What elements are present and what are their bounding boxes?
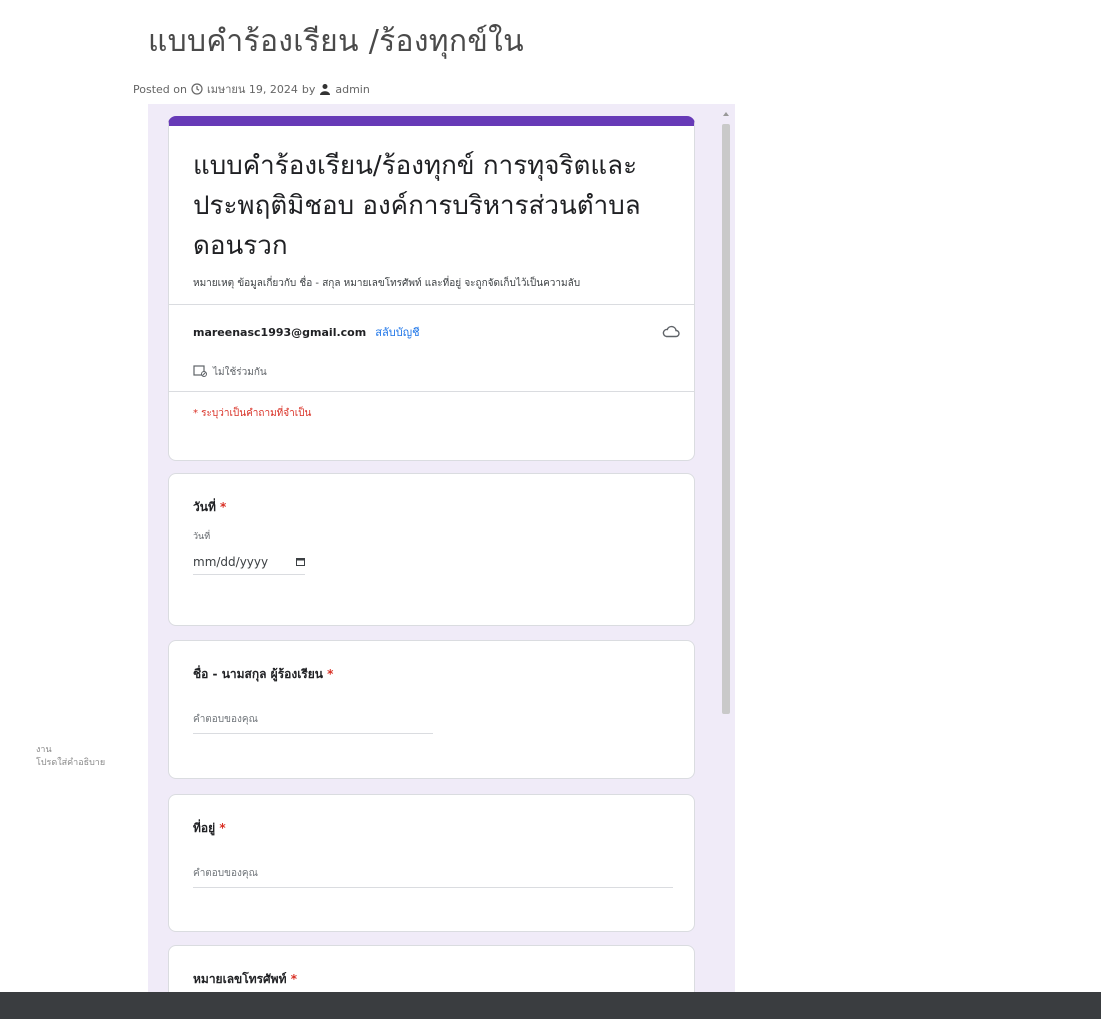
question-card-date: วันที่ * วันที่ mm/dd/yyyy — [168, 473, 695, 626]
form-header-card: แบบคำร้องเรียน/ร้องทุกข์ การทุจริตและประ… — [168, 116, 695, 461]
posted-by-label: by — [301, 82, 316, 96]
scrollbar-thumb[interactable] — [722, 124, 730, 714]
sidebar-text: งาน — [36, 745, 52, 755]
question-label: ชื่อ - นามสกุล ผู้ร้องเรียน * — [193, 667, 334, 681]
posted-on-label: Posted on — [133, 82, 187, 96]
question-sublabel: วันที่ — [193, 532, 211, 542]
sidebar-text: โปรดใส่คำอธิบาย — [36, 758, 106, 768]
post-meta: Posted on เมษายน 19, 2024 by admin — [133, 80, 370, 98]
google-form-embed[interactable]: แบบคำร้องเรียน/ร้องทุกข์ การทุจริตและประ… — [148, 104, 735, 992]
name-answer-input[interactable]: คำตอบของคุณ — [193, 712, 433, 734]
account-email: mareenasc1993@gmail.com — [193, 326, 367, 339]
question-card-phone: หมายเลขโทรศัพท์ * — [168, 945, 695, 992]
clock-icon — [191, 83, 203, 95]
question-card-name: ชื่อ - นามสกุล ผู้ร้องเรียน * คำตอบของคุ… — [168, 640, 695, 779]
form-description: หมายเหตุ ข้อมูลเกี่ยวกับ ชื่อ - สกุล หมา… — [193, 278, 581, 289]
required-note: * ระบุว่าเป็นคำถามที่จำเป็น — [193, 408, 312, 419]
scrollbar[interactable] — [721, 112, 731, 722]
post-date-link[interactable]: เมษายน 19, 2024 — [207, 80, 298, 98]
author-link[interactable]: admin — [335, 83, 369, 96]
question-label: หมายเลขโทรศัพท์ * — [193, 972, 297, 986]
bottom-bar — [0, 992, 1101, 1019]
page-title: แบบคำร้องเรียน /ร้องทุกข์ใน — [148, 24, 524, 59]
form-title: แบบคำร้องเรียน/ร้องทุกข์ การทุจริตและประ… — [193, 151, 641, 261]
cloud-save-icon[interactable] — [662, 323, 680, 342]
scroll-up-arrow-icon[interactable] — [723, 112, 729, 116]
user-icon — [319, 83, 331, 95]
question-card-address: ที่อยู่ * คำตอบของคุณ — [168, 794, 695, 932]
account-row: mareenasc1993@gmail.com สลับบัญชี — [169, 305, 694, 355]
not-shared-icon — [193, 364, 207, 380]
question-label: วันที่ * — [193, 500, 227, 514]
share-status-row: ไม่ใช้ร่วมกัน — [169, 355, 694, 385]
calendar-icon[interactable] — [296, 555, 306, 569]
date-placeholder: mm/dd/yyyy — [193, 555, 269, 569]
date-input[interactable]: mm/dd/yyyy — [193, 555, 306, 575]
not-shared-label: ไม่ใช้ร่วมกัน — [213, 366, 267, 378]
question-label: ที่อยู่ * — [193, 821, 226, 835]
address-answer-input[interactable]: คำตอบของคุณ — [193, 866, 673, 888]
switch-account-link[interactable]: สลับบัญชี — [375, 326, 419, 339]
